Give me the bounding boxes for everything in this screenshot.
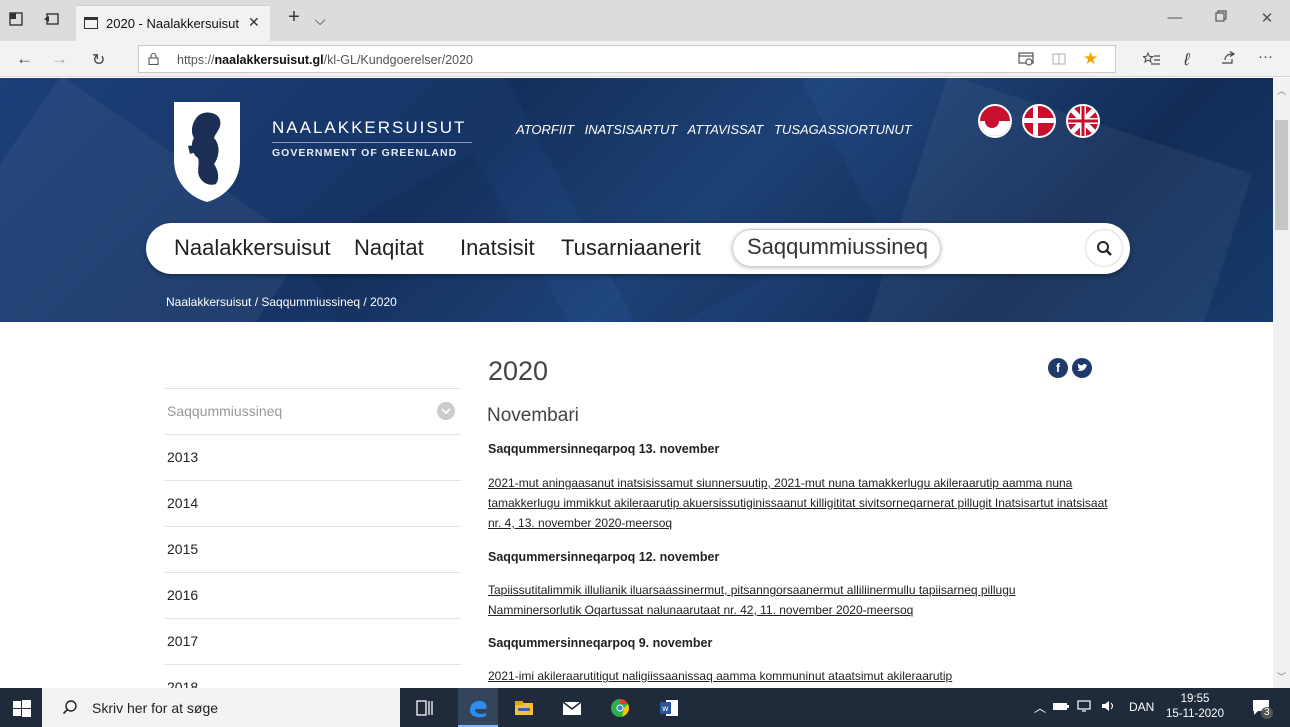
lock-icon xyxy=(148,52,159,65)
notification-count: 3 xyxy=(1264,707,1270,718)
sidebar-item-2016[interactable]: 2016 xyxy=(165,572,461,618)
menu-item-saqqummiussineq[interactable]: Saqqummiussineq xyxy=(732,229,941,267)
tracking-icon[interactable] xyxy=(1018,52,1034,70)
menu-item-tusarniaanerit[interactable]: Tusarniaanerit xyxy=(561,235,701,261)
reading-view-icon[interactable] xyxy=(1052,52,1066,70)
volume-icon[interactable] xyxy=(1100,699,1118,716)
page-title: 2020 xyxy=(488,356,549,386)
taskbar-edge-active[interactable] xyxy=(458,688,498,727)
page-viewport: NAALAKKERSUISUT GOVERNMENT OF GREENLAND … xyxy=(0,78,1273,688)
announcement-link[interactable]: 2021-imi akileraarutitigut naligiissaani… xyxy=(488,666,1108,686)
favorites-hub-icon[interactable] xyxy=(1141,51,1161,70)
pen-icon[interactable]: ℓ xyxy=(1184,50,1190,70)
edge-icon xyxy=(466,696,490,720)
sidebar-item-2018[interactable]: 2018 xyxy=(165,664,461,688)
tab-close-icon[interactable]: ✕ xyxy=(248,14,260,31)
clock-date: 15-11-2020 xyxy=(1166,708,1224,720)
menu-item-naalakkersuisut[interactable]: Naalakkersuisut xyxy=(174,235,331,261)
svg-text:w: w xyxy=(662,704,669,713)
scrollbar-thumb[interactable] xyxy=(1275,120,1288,230)
top-link-tusagassiortunut[interactable]: TUSAGASSIORTUNUT xyxy=(774,122,912,137)
announcement-link[interactable]: Tapiissutitalimmik illulianik iluarsaass… xyxy=(488,580,1108,620)
sidebar-header[interactable]: Saqqummiussineq xyxy=(165,388,461,434)
word-icon[interactable]: w xyxy=(657,696,681,720)
new-tab-icon[interactable]: + xyxy=(286,7,302,27)
forward-arrow-icon[interactable]: → xyxy=(51,49,68,69)
more-icon[interactable]: ··· xyxy=(1258,48,1273,65)
tab-list-chevron-icon[interactable]: ⌵ xyxy=(312,12,328,28)
notification-center-icon[interactable]: 3 xyxy=(1250,696,1274,720)
star-icon[interactable]: ★ xyxy=(1083,49,1098,69)
danish-flag-icon[interactable] xyxy=(1022,104,1056,138)
taskbar-search-box[interactable]: Skriv her for at søge xyxy=(42,688,400,727)
tab-title: 2020 - Naalakkersuisut xyxy=(106,16,239,31)
sidebar-item-2015[interactable]: 2015 xyxy=(165,526,461,572)
tab-aside-icon[interactable] xyxy=(43,12,59,28)
system-clock[interactable]: 19:55 15-11-2020 xyxy=(1166,692,1224,722)
english-flag-icon[interactable] xyxy=(1066,104,1100,138)
url-field[interactable]: https://naalakkersuisut.gl/kl-GL/Kundgoe… xyxy=(138,45,1116,73)
search-button[interactable] xyxy=(1085,229,1123,267)
tab-actions-icon[interactable] xyxy=(8,12,24,28)
file-explorer-icon[interactable] xyxy=(512,696,536,720)
top-link-attavissat[interactable]: ATTAVISSAT xyxy=(688,122,764,137)
clock-time: 19:55 xyxy=(1180,693,1210,705)
month-heading: Novembari xyxy=(487,405,579,426)
page-scrollbar[interactable]: ︿ ﹀ xyxy=(1273,78,1290,688)
mail-icon[interactable] xyxy=(560,696,584,720)
scroll-down-icon[interactable]: ﹀ xyxy=(1277,670,1286,683)
chevron-down-icon[interactable] xyxy=(437,402,455,420)
menu-item-inatsisit[interactable]: Inatsisit xyxy=(460,235,535,261)
tray-chevron-icon[interactable]: ︿ xyxy=(1034,699,1046,716)
window-close-icon[interactable]: ✕ xyxy=(1252,9,1282,27)
minimize-icon[interactable]: — xyxy=(1160,9,1190,26)
brand-title[interactable]: NAALAKKERSUISUT xyxy=(272,118,466,138)
browser-tab-bar: 2020 - Naalakkersuisut ✕ + ⌵ — ✕ xyxy=(0,0,1290,41)
sidebar-item-2017[interactable]: 2017 xyxy=(165,618,461,664)
main-menu: Naalakkersuisut Naqitat Inatsisit Tusarn… xyxy=(146,223,1130,274)
back-arrow-icon[interactable]: ← xyxy=(16,49,33,69)
item-date: Saqqummersinneqarpoq 9. november xyxy=(488,636,713,650)
sidebar-item-2014[interactable]: 2014 xyxy=(165,480,461,526)
address-bar: ← → ↻ https://naalakkersuisut.gl/kl-GL/K… xyxy=(0,41,1290,77)
tab-active[interactable]: 2020 - Naalakkersuisut ✕ xyxy=(76,5,270,41)
input-language[interactable]: DAN xyxy=(1129,700,1154,714)
refresh-icon[interactable]: ↻ xyxy=(92,50,105,70)
greenlandic-flag-icon[interactable] xyxy=(978,104,1012,138)
brand-divider xyxy=(272,142,472,143)
breadcrumb[interactable]: Naalakkersuisut / Saqqummiussineq / 2020 xyxy=(166,295,397,309)
restore-icon[interactable] xyxy=(1206,9,1236,26)
menu-item-naqitat[interactable]: Naqitat xyxy=(354,235,424,261)
url-text[interactable]: https://naalakkersuisut.gl/kl-GL/Kundgoe… xyxy=(177,53,473,67)
search-icon xyxy=(62,700,77,715)
brand-subtitle[interactable]: GOVERNMENT OF GREENLAND xyxy=(272,147,457,159)
site-header: NAALAKKERSUISUT GOVERNMENT OF GREENLAND … xyxy=(0,78,1273,322)
windows-start-icon[interactable] xyxy=(10,696,34,720)
facebook-icon[interactable]: f xyxy=(1048,358,1068,378)
top-links: ATORFIIT INATSISARTUT ATTAVISSAT TUSAGAS… xyxy=(516,122,919,137)
sidebar-header-label: Saqqummiussineq xyxy=(167,403,283,419)
top-link-inatsisartut[interactable]: INATSISARTUT xyxy=(585,122,678,137)
twitter-icon[interactable] xyxy=(1072,358,1092,378)
sidebar-item-2013[interactable]: 2013 xyxy=(165,434,461,480)
greenland-coat-of-arms-logo[interactable] xyxy=(170,98,244,204)
item-date: Saqqummersinneqarpoq 13. november xyxy=(488,442,720,456)
item-date: Saqqummersinneqarpoq 12. november xyxy=(488,550,720,564)
sidebar-nav: Saqqummiussineq 2013 2014 2015 2016 2017… xyxy=(165,388,461,688)
chrome-icon[interactable] xyxy=(608,696,632,720)
windows-taskbar: Skriv her for at søge w ︿ DAN 19:55 15-1… xyxy=(0,688,1290,727)
share-icon[interactable] xyxy=(1220,50,1236,69)
battery-icon[interactable] xyxy=(1052,699,1070,716)
network-icon[interactable] xyxy=(1076,699,1094,716)
page-favicon-icon xyxy=(84,17,98,29)
scroll-up-icon[interactable]: ︿ xyxy=(1277,84,1286,97)
search-icon xyxy=(1097,241,1112,256)
taskbar-search-placeholder: Skriv her for at søge xyxy=(92,700,219,716)
announcement-link[interactable]: 2021-mut aningaasanut inatsisissamut siu… xyxy=(488,473,1108,533)
task-view-icon[interactable] xyxy=(412,696,436,720)
top-link-atorfiit[interactable]: ATORFIIT xyxy=(516,122,574,137)
